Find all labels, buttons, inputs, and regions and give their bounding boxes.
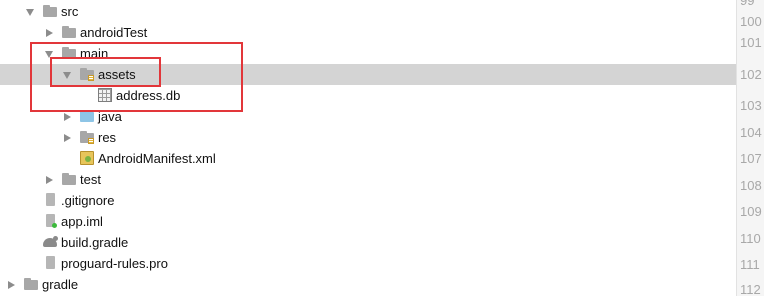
tree-row-res[interactable]: res [0, 127, 736, 148]
tree-row-androidmanifest[interactable]: AndroidManifest.xml [0, 148, 736, 169]
tree-row-androidtest[interactable]: androidTest [0, 22, 736, 43]
editor-gutter: 99 100 101 102 103 104 107 108 109 110 1… [736, 0, 764, 296]
tree-row-proguard-rules[interactable]: proguard-rules.pro [0, 253, 736, 274]
tree-row-address-db[interactable]: address.db [0, 85, 736, 106]
tree-label: .gitignore [61, 193, 115, 208]
tree-label: main [80, 46, 109, 61]
collapse-arrow-icon[interactable] [6, 274, 18, 295]
collapse-arrow-icon[interactable] [44, 169, 56, 190]
tree-row-src[interactable]: src [0, 1, 736, 22]
collapse-arrow-icon[interactable] [62, 127, 74, 148]
tree-label: res [98, 130, 117, 145]
folder-icon [61, 43, 79, 64]
tree-row-assets[interactable]: assets [0, 64, 736, 85]
tree-row-gradle[interactable]: gradle [0, 274, 736, 295]
file-icon [42, 190, 60, 211]
line-number: 104 [740, 125, 762, 140]
tree-row-main[interactable]: main [0, 43, 736, 64]
source-folder-icon [79, 106, 97, 127]
tree-row-gitignore[interactable]: .gitignore [0, 190, 736, 211]
tree-row-java[interactable]: java [0, 106, 736, 127]
folder-icon [42, 1, 60, 22]
line-number: 112 [740, 282, 761, 296]
expand-arrow-icon[interactable] [62, 64, 74, 85]
tree-label: src [61, 4, 79, 19]
tree-label: assets [98, 67, 136, 82]
tree-label: address.db [116, 88, 181, 103]
line-number: 108 [740, 178, 762, 193]
resources-folder-icon [79, 127, 97, 148]
line-number: 102 [740, 67, 762, 82]
tree-label: androidTest [80, 25, 148, 40]
tree-row-test[interactable]: test [0, 169, 736, 190]
tree-label: gradle [42, 277, 79, 292]
tree-row-app-iml[interactable]: app.iml [0, 211, 736, 232]
tree-label: AndroidManifest.xml [98, 151, 216, 166]
tree-label: app.iml [61, 214, 103, 229]
folder-icon [61, 169, 79, 190]
collapse-arrow-icon[interactable] [44, 22, 56, 43]
tree-label: java [98, 109, 122, 124]
folder-icon [23, 274, 41, 295]
line-number: 101 [740, 35, 762, 50]
expand-arrow-icon[interactable] [44, 43, 56, 64]
database-file-icon [97, 85, 115, 106]
module-file-icon [42, 211, 60, 232]
gradle-file-icon [42, 232, 60, 253]
file-icon [42, 253, 60, 274]
line-number: 100 [740, 14, 762, 29]
tree-label: proguard-rules.pro [61, 256, 168, 271]
line-number: 103 [740, 98, 762, 113]
collapse-arrow-icon[interactable] [62, 106, 74, 127]
expand-arrow-icon[interactable] [25, 1, 37, 22]
project-tree: src androidTest main assets address.db j… [0, 0, 736, 296]
folder-icon [61, 22, 79, 43]
line-number: 110 [740, 231, 761, 246]
tree-label: build.gradle [61, 235, 129, 250]
manifest-file-icon [79, 148, 97, 169]
tree-row-build-gradle[interactable]: build.gradle [0, 232, 736, 253]
line-number: 107 [740, 151, 762, 166]
line-number: 109 [740, 204, 762, 219]
line-number: 111 [740, 257, 760, 272]
assets-folder-icon [79, 64, 97, 85]
tree-label: test [80, 172, 101, 187]
line-number: 99 [740, 0, 755, 8]
